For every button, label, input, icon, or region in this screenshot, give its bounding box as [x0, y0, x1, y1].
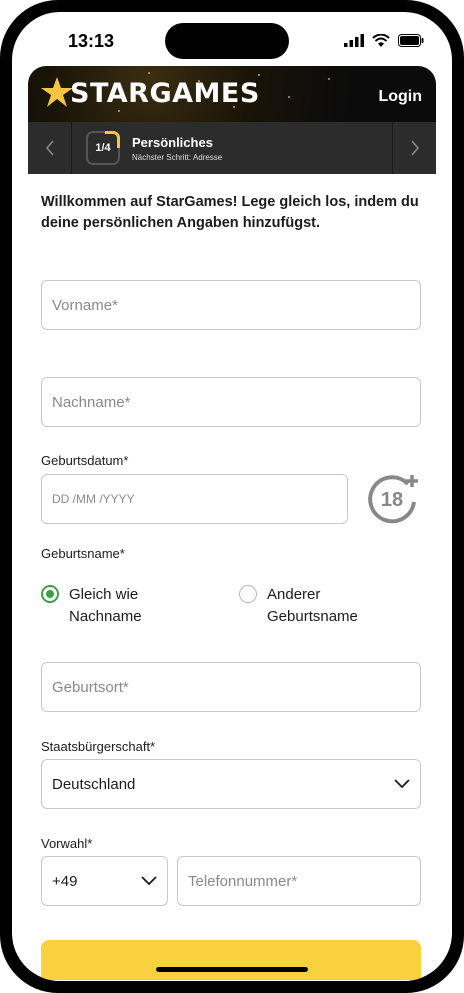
home-indicator	[156, 967, 308, 972]
radio-label-same: Gleich wie Nachname	[69, 586, 142, 625]
login-button[interactable]: Login	[378, 88, 422, 106]
step-counter: 1/4	[86, 131, 120, 165]
birthdate-label: Geburtsdatum*	[41, 453, 129, 468]
citizenship-value: Deutschland	[52, 775, 136, 793]
prefix-select[interactable]: +49	[41, 856, 168, 906]
step-title: Persönliches	[132, 134, 213, 150]
radio-selected-icon	[41, 585, 59, 603]
firstname-placeholder: Vorname*	[52, 296, 118, 314]
next-step-button[interactable]	[392, 122, 436, 174]
citizenship-label: Staatsbürgerschaft*	[41, 739, 156, 754]
previous-step-button[interactable]	[28, 122, 72, 174]
radio-label-other: Anderer Geburtsname	[267, 586, 358, 625]
lastname-placeholder: Nachname*	[52, 393, 131, 411]
phone-field[interactable]: Telefonnummer*	[177, 856, 421, 906]
birthdate-placeholder: DD /MM /YYYY	[52, 492, 135, 506]
phone-placeholder: Telefonnummer*	[188, 872, 298, 890]
chevron-down-icon	[141, 876, 157, 886]
step-bar: 1/4 Persönliches Nächster Schritt: Adres…	[28, 122, 436, 174]
radio-unselected-icon	[239, 585, 257, 603]
stargames-logo[interactable]: STARGAMES	[40, 76, 260, 110]
brand-name: STARGAMES	[70, 77, 260, 109]
brand-header: STARGAMES Login	[28, 66, 436, 122]
radio-same-as-lastname[interactable]: Gleich wie Nachname	[41, 584, 239, 628]
form-intro: Willkommen auf StarGames! Lege gleich lo…	[41, 192, 423, 234]
prefix-value: +49	[52, 872, 78, 890]
chevron-right-icon	[410, 140, 419, 156]
birthplace-placeholder: Geburtsort*	[52, 678, 129, 696]
chevron-down-icon	[394, 779, 410, 789]
step-info: Persönliches Nächster Schritt: Adresse	[132, 135, 222, 162]
birthdate-field[interactable]: DD /MM /YYYY	[41, 474, 348, 524]
firstname-field[interactable]: Vorname*	[41, 280, 421, 330]
continue-button[interactable]	[41, 940, 421, 980]
status-time: 13:13	[68, 31, 115, 51]
signal-icon	[344, 34, 364, 47]
birthname-options: Gleich wie Nachname Anderer Geburtsname	[41, 584, 421, 628]
birthname-label: Geburtsname*	[41, 546, 125, 561]
citizenship-select[interactable]: Deutschland	[41, 759, 421, 809]
intro-text: Willkommen auf StarGames! Lege gleich lo…	[41, 194, 419, 231]
next-step-text: Nächster Schritt: Adresse	[132, 152, 223, 162]
radio-other-birthname[interactable]: Anderer Geburtsname	[239, 584, 377, 628]
wifi-icon	[372, 34, 390, 47]
status-bar: 13:13	[12, 12, 452, 70]
status-icons	[344, 34, 424, 47]
chevron-left-icon	[45, 140, 54, 156]
birthplace-field[interactable]: Geburtsort*	[41, 662, 421, 712]
star-icon	[41, 77, 73, 107]
battery-icon	[398, 34, 424, 47]
age-18-icon: 18	[368, 475, 418, 524]
dynamic-island	[165, 23, 289, 59]
lastname-field[interactable]: Nachname*	[41, 377, 421, 427]
age-badge-text: 18	[381, 489, 403, 511]
phone-frame: 13:13 STARGAMES Login 1/4 Persönliches N…	[0, 0, 464, 993]
screen: 13:13 STARGAMES Login 1/4 Persönliches N…	[12, 12, 452, 981]
prefix-label: Vorwahl*	[41, 836, 93, 851]
